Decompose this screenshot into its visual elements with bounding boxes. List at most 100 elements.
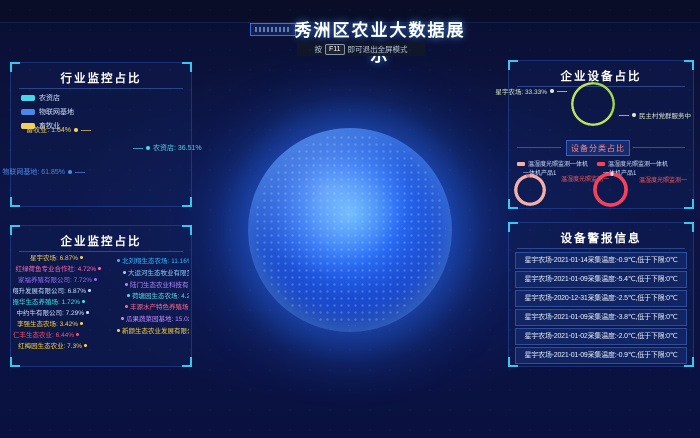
chart-label: 翔升发展有限公司: 6.87% — [13, 285, 91, 295]
label-dot — [125, 305, 128, 308]
legend-item[interactable]: 农资店 — [21, 93, 74, 103]
fullscreen-hint: 按 F11 即可退出全屏模式 — [297, 42, 425, 56]
chart-label-text: 红梅园生态农业: 7.3% — [18, 340, 82, 350]
chart-label-text: 星宇农场: 6.87% — [30, 252, 78, 262]
device-class-subtitle: 设备分类占比 — [566, 140, 630, 156]
legend-label: 农资店 — [39, 93, 60, 103]
label-dot — [86, 311, 89, 314]
chart-label-text: 家福养殖有限公司: 7.72% — [18, 274, 92, 284]
globe-shine — [248, 128, 452, 332]
label-line — [557, 91, 567, 92]
chart-label-text: 瓜果蔬菜园基地: 15.02% — [126, 313, 189, 323]
chart-label-text: 红绿荷鱼专业合作社: 4.72% — [15, 263, 96, 273]
chart-label-text: 畜牧业: 1.64% — [26, 125, 71, 135]
alarm-list-item: 星宇农场-2021-01-09采集温度:-3.8℃,低于下限:0℃ — [515, 309, 687, 326]
chart-label-text: 荷塘园生态农场: 4.29 — [132, 290, 189, 300]
label-dot — [76, 333, 79, 336]
divider — [517, 248, 685, 249]
hint-prefix: 按 — [314, 44, 322, 55]
label-dot — [80, 256, 83, 259]
chart-label: 中约牛有限公司: 7.29% — [13, 307, 89, 317]
chart-label-text: 丰源水产特色养殖场: 1. — [130, 301, 189, 311]
chart-label: 家福养殖有限公司: 7.72% — [13, 274, 97, 284]
corner-decoration — [182, 197, 192, 207]
hint-suffix: 即可退出全屏模式 — [348, 44, 408, 55]
device-donut-chart-right[interactable] — [593, 172, 628, 207]
globe — [248, 128, 452, 332]
label-line — [81, 130, 91, 131]
chart-label-text: 振华生态养殖场: 1.72% — [13, 296, 80, 306]
chart-label-text: 翔升发展有限公司: 6.87% — [13, 285, 86, 295]
chart-label: 新颜生态农业发展有限公司: 6.87 — [117, 325, 189, 335]
chart-label-text: 仁丰生态农业: 6.44% — [13, 329, 74, 339]
chart-label: 民主村党群服务中心: — [619, 110, 691, 120]
chart-label: 大运河生态牧业有限责任公 — [123, 267, 189, 277]
industry-donut-chart[interactable] — [80, 135, 128, 183]
chart-label-text: 农资店: 36.51% — [153, 143, 202, 153]
corner-decoration — [508, 199, 518, 209]
chart-label: 李强生态农场: 3.42% — [13, 318, 83, 328]
chart-label-text: 大运河生态牧业有限责任公 — [128, 267, 189, 277]
alarm-list-item: 星宇农场-2021-01-09采集温度:-0.9℃,低于下限:0℃ — [515, 347, 687, 364]
chart-label-text: 新颜生态农业发展有限公司: 6.87 — [122, 325, 189, 335]
chart-label: 振华生态养殖场: 1.72% — [13, 296, 85, 306]
chart-label: 红梅园生态农业: 7.3% — [13, 340, 87, 350]
legend-swatch — [517, 162, 525, 166]
dashboard: 秀洲区农业大数据展示 按 F11 即可退出全屏模式 行业监控占比 农资店 物联网… — [0, 0, 700, 438]
label-dot — [98, 267, 101, 270]
label-dot — [74, 128, 78, 132]
chart-label: 物联网基地: 61.85% — [17, 167, 85, 177]
chart-label: 丰源水产特色养殖场: 1. — [125, 301, 189, 311]
label-dot — [117, 329, 120, 332]
legend-swatch — [21, 109, 35, 115]
label-line — [75, 172, 85, 173]
corner-decoration — [684, 199, 694, 209]
chart-label: 陆门生态农业科技有限公 — [125, 279, 189, 289]
label-dot — [550, 89, 554, 93]
alarm-list-item: 星宇农场-2020-12-31采集温度:-2.5℃,低于下限:0℃ — [515, 290, 687, 307]
legend-label: 温湿度光照监测一体机 — [528, 159, 588, 168]
chart-label-text: 陆门生态农业科技有限公 — [130, 279, 189, 289]
label-line — [133, 148, 143, 149]
corner-decoration — [182, 357, 192, 367]
panel-device-alarms: 设备警报信息 星宇农场-2021-01-14采集温度:-0.9℃,低于下限:0℃… — [508, 222, 694, 367]
corner-decoration — [10, 197, 20, 207]
label-dot — [82, 300, 85, 303]
chart-label: 瓜果蔬菜园基地: 15.02% — [121, 313, 189, 323]
alarm-list-item: 星宇农场-2021-01-02采集温度:-2.0℃,低于下限:0℃ — [515, 328, 687, 345]
alarms-panel-title: 设备警报信息 — [509, 230, 693, 246]
chart-label: 仁丰生态农业: 6.44% — [13, 329, 79, 339]
divider — [19, 88, 183, 89]
label-dot — [68, 170, 72, 174]
chart-label: 荷塘园生态农场: 4.29 — [127, 290, 189, 300]
label-dot — [123, 271, 126, 274]
equipment-donut-chart[interactable] — [571, 82, 615, 126]
label-dot — [125, 283, 128, 286]
chart-label-text: 星宇农场: 33.33% — [495, 86, 547, 96]
label-dot — [121, 317, 124, 320]
legend-swatch — [21, 95, 35, 101]
chart-label: 畜牧业: 1.64% — [19, 125, 91, 135]
legend-item[interactable]: 物联网基地 — [21, 107, 74, 117]
chart-label: 农资店: 36.51% — [133, 143, 202, 153]
panel-equipment-ratio: 企业设备占比 星宇农场: 33.33% 民主村党群服务中心: 设备分类占比 温湿… — [508, 60, 694, 209]
label-dot — [94, 278, 97, 281]
device-legend[interactable]: 温湿度光照监测一体机 — [597, 159, 668, 168]
equipment-panel-title: 企业设备占比 — [509, 68, 693, 84]
chart-label-text: 北刘翔生态农场: 11.16% — [122, 255, 189, 265]
corner-decoration — [10, 357, 20, 367]
alarm-list-item: 星宇农场-2021-01-14采集温度:-0.9℃,低于下限:0℃ — [515, 252, 687, 269]
legend-label: 物联网基地 — [39, 107, 74, 117]
legend-label: 温湿度光照监测一体机 — [608, 159, 668, 168]
label-line — [619, 115, 629, 116]
chart-label-text: 李强生态农场: 3.42% — [17, 318, 78, 328]
chart-label: 北刘翔生态农场: 11.16% — [117, 255, 189, 265]
alarm-list-item: 星宇农场-2021-01-09采集温度:-5.4℃,低于下限:0℃ — [515, 271, 687, 288]
label-dot — [84, 344, 87, 347]
device-donut-chart-left[interactable] — [514, 174, 546, 206]
logo-badge — [250, 23, 296, 36]
chart-label: 星宇农场: 6.87% — [19, 252, 83, 262]
device-legend[interactable]: 温湿度光照监测一体机 — [517, 159, 588, 168]
label-dot — [80, 322, 83, 325]
chart-label: 星宇农场: 33.33% — [511, 86, 567, 96]
